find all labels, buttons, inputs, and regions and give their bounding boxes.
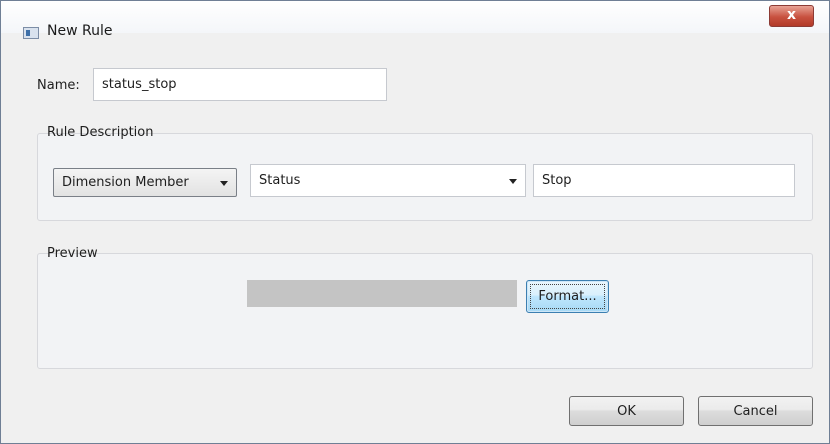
ok-button-label: OK <box>617 403 636 419</box>
dimension-dropdown[interactable]: Status <box>250 164 526 197</box>
rule-type-selected: Dimension Member <box>62 175 189 190</box>
preview-swatch <box>247 280 517 307</box>
chevron-down-icon <box>220 180 228 186</box>
member-value: Stop <box>542 173 572 188</box>
member-value-input[interactable]: Stop <box>533 164 795 197</box>
title-bar: New Rule x <box>1 1 829 39</box>
preview-title: Preview <box>47 246 98 261</box>
chevron-down-icon <box>509 178 517 184</box>
preview-group <box>37 253 813 369</box>
window-icon <box>23 27 39 39</box>
cancel-button[interactable]: Cancel <box>698 396 813 426</box>
name-input[interactable]: status_stop <box>93 68 387 101</box>
new-rule-dialog: New Rule x Name: status_stop Rule Descri… <box>0 0 830 444</box>
dimension-selected: Status <box>259 173 301 188</box>
rule-type-dropdown[interactable]: Dimension Member <box>53 168 237 197</box>
close-icon: x <box>786 7 797 23</box>
rule-description-title: Rule Description <box>47 125 154 140</box>
focus-rectangle <box>530 284 605 309</box>
window-title: New Rule <box>47 23 113 39</box>
close-button[interactable]: x <box>769 5 814 27</box>
name-input-value: status_stop <box>102 77 177 92</box>
cancel-button-label: Cancel <box>733 403 778 419</box>
format-button[interactable]: Format... <box>526 280 609 313</box>
name-label: Name: <box>37 78 80 93</box>
ok-button[interactable]: OK <box>569 396 684 426</box>
